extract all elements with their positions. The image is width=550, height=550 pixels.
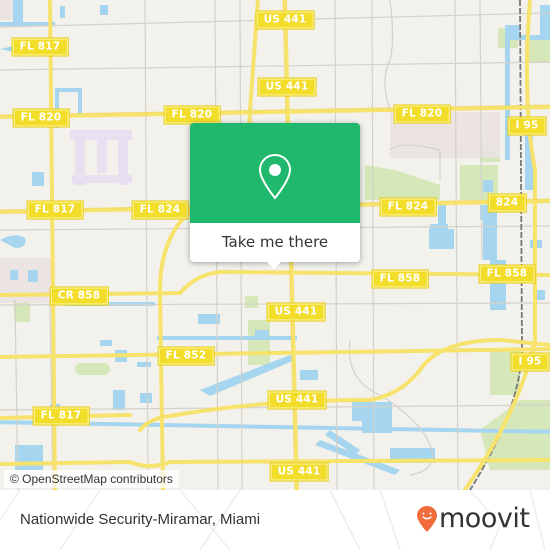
park-area xyxy=(245,296,258,308)
road-shield: FL 858 xyxy=(372,270,428,288)
road-shield: I 95 xyxy=(508,117,546,135)
road-shield: US 441 xyxy=(270,463,328,481)
road-shield: 824 xyxy=(488,194,526,212)
road-shield: US 441 xyxy=(267,303,325,321)
place-title: Nationwide Security-Miramar, Miami xyxy=(20,511,261,528)
road-shield: FL 817 xyxy=(27,201,83,219)
park-area xyxy=(75,363,110,375)
location-popup: Take me there xyxy=(190,123,360,269)
park-area xyxy=(248,320,270,365)
map-view[interactable]: FL 817 US 441 US 441 FL 820 FL 820 FL 82… xyxy=(0,0,550,490)
road-shield: US 441 xyxy=(256,11,314,29)
road-shield: FL 824 xyxy=(132,201,188,219)
road-shield: FL 817 xyxy=(33,407,89,425)
road-shield: US 441 xyxy=(268,391,326,409)
road-shield: FL 817 xyxy=(12,38,68,56)
take-me-there-button[interactable]: Take me there xyxy=(190,223,360,262)
road-shield: FL 824 xyxy=(380,198,436,216)
moovit-logo-text: moovit xyxy=(439,503,530,534)
road-shield: CR 858 xyxy=(50,287,108,305)
map-attribution[interactable]: © OpenStreetMap contributors xyxy=(4,470,179,488)
road-shield: I 95 xyxy=(511,353,549,371)
airport-area xyxy=(70,130,132,185)
road-shield: FL 852 xyxy=(158,347,214,365)
popup-pointer xyxy=(266,261,282,269)
popup-header xyxy=(190,123,360,223)
road-shield: FL 858 xyxy=(479,265,535,283)
road-shield: FL 820 xyxy=(13,109,69,127)
footer-bar: Nationwide Security-Miramar, Miami moovi… xyxy=(0,490,550,550)
road-shield: FL 820 xyxy=(164,106,220,124)
map-pin-icon xyxy=(258,153,292,200)
road-shield: US 441 xyxy=(258,78,316,96)
road-shield: FL 820 xyxy=(394,105,450,123)
park-area xyxy=(365,165,440,200)
moovit-smiley-pin-icon xyxy=(417,506,437,532)
